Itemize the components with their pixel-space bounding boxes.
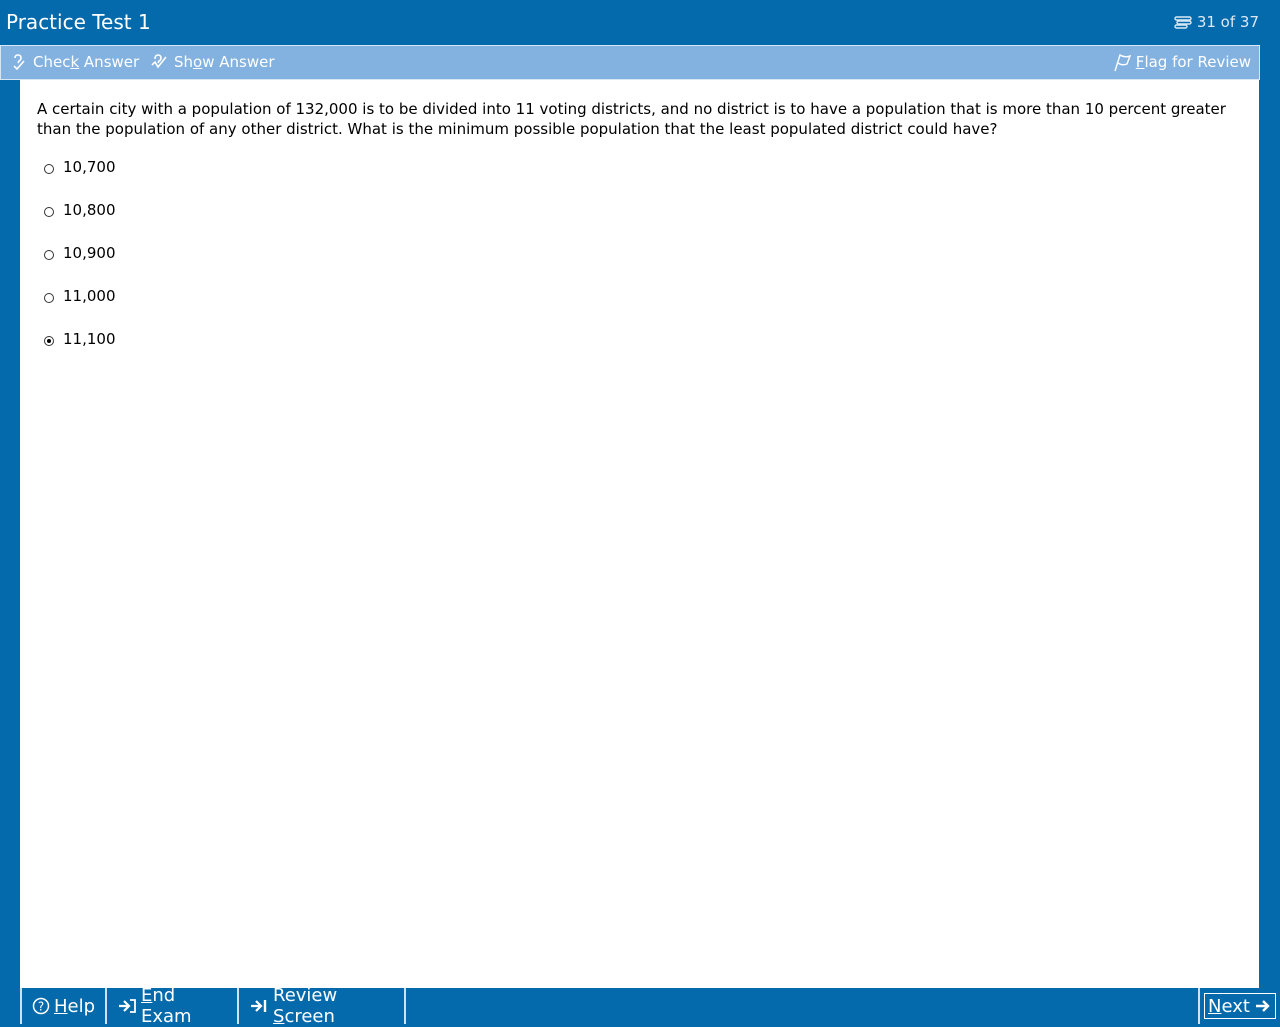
help-icon: ? (32, 997, 50, 1015)
review-screen-icon (249, 997, 269, 1015)
question-counter-text: 31 of 37 (1196, 13, 1259, 31)
help-button[interactable]: ? Help (20, 988, 105, 1024)
review-screen-button[interactable]: Review Screen (237, 985, 406, 1027)
title-bar: Practice Test 1 31 of 37 (0, 0, 1280, 45)
answer-option[interactable]: 10,800 (44, 200, 116, 220)
radio-button[interactable] (44, 164, 54, 174)
exam-title: Practice Test 1 (6, 10, 151, 34)
answer-option-label: 10,900 (63, 244, 116, 262)
answer-option-label: 10,800 (63, 201, 116, 219)
end-exam-icon (117, 997, 137, 1015)
flag-for-review-label: Flag for Review (1135, 53, 1251, 71)
question-text: A certain city with a population of 132,… (37, 100, 1226, 138)
show-answer-label: Show Answer (174, 53, 275, 71)
next-label: Next (1208, 995, 1250, 1017)
radio-button[interactable] (44, 336, 54, 346)
flag-for-review-button[interactable]: Flag for Review (1112, 52, 1251, 72)
end-exam-button[interactable]: End Exam (105, 985, 237, 1027)
help-label: Help (54, 995, 96, 1017)
question-counter: 31 of 37 (1173, 12, 1259, 32)
arrow-right-icon (1254, 998, 1272, 1014)
check-answer-icon (11, 53, 29, 71)
svg-text:?: ? (38, 1000, 44, 1014)
show-answer-icon (150, 53, 170, 71)
review-screen-label: Review Screen (273, 985, 338, 1027)
answer-option-label: 10,700 (63, 158, 116, 176)
radio-button[interactable] (44, 293, 54, 303)
answer-option[interactable]: 10,700 (44, 157, 116, 177)
radio-button[interactable] (44, 207, 54, 217)
answer-option-label: 11,000 (63, 287, 116, 305)
check-answer-button[interactable]: Check Answer (11, 52, 139, 72)
end-exam-label: End Exam (141, 985, 192, 1027)
question-panel: A certain city with a population of 132,… (20, 80, 1259, 988)
answer-option[interactable]: 11,100 (44, 329, 116, 349)
answer-option[interactable]: 11,000 (44, 286, 116, 306)
next-button-focus[interactable]: Next (1204, 993, 1276, 1019)
show-answer-button[interactable]: Show Answer (150, 52, 275, 72)
paperclip-icon (1173, 15, 1193, 29)
answer-option-label: 11,100 (63, 330, 116, 348)
answer-option[interactable]: 10,900 (44, 243, 116, 263)
check-answer-label: Check Answer (33, 53, 140, 71)
flag-icon (1112, 52, 1132, 72)
next-button[interactable]: Next (1198, 988, 1280, 1024)
radio-button[interactable] (44, 250, 54, 260)
footer-bar: ? Help End Exam Review Screen Next (20, 985, 1280, 1027)
toolbar: Check Answer Show Answer Flag for Review (0, 45, 1260, 80)
